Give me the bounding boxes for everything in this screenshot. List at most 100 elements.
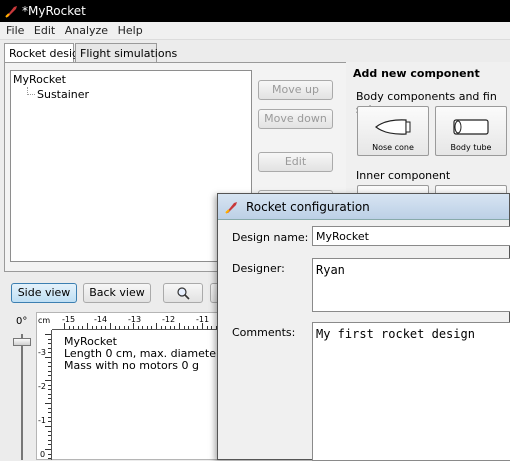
edit-button[interactable]: Edit	[258, 152, 333, 172]
ruler-tick-label: -1	[38, 416, 46, 425]
ruler-tick	[48, 384, 51, 386]
ruler-tick	[48, 435, 51, 437]
ruler-tick	[48, 393, 51, 395]
ruler-tick	[128, 326, 130, 329]
ruler-tick	[45, 380, 51, 381]
dialog-titlebar[interactable]: Rocket configuration	[218, 194, 509, 220]
body-tube-icon	[453, 119, 489, 135]
ruler-tick	[100, 326, 102, 329]
ruler-tick	[96, 326, 98, 329]
inner-component-label: Inner component	[356, 169, 451, 182]
ruler-tick	[48, 375, 51, 377]
ruler-tick	[48, 421, 51, 423]
ruler-tick	[48, 444, 51, 446]
designer-label: Designer:	[232, 262, 285, 275]
ruler-tick	[73, 326, 75, 329]
ruler-tick	[45, 426, 51, 427]
menu-file[interactable]: File	[6, 24, 24, 37]
ruler-tick-label: -2	[38, 382, 46, 391]
ruler-tick	[48, 398, 51, 400]
component-tree[interactable]: MyRocket Sustainer	[10, 70, 252, 262]
body-tube-label: Body tube	[450, 143, 492, 152]
ruler-tick	[160, 326, 162, 329]
rocket-icon	[5, 6, 17, 18]
nose-cone-button[interactable]: Nose cone	[357, 106, 429, 156]
menu-edit[interactable]: Edit	[34, 24, 55, 37]
nose-cone-label: Nose cone	[372, 143, 414, 152]
ruler-tick	[82, 326, 84, 329]
ruler-tick	[156, 323, 157, 329]
zoom-button[interactable]	[163, 283, 203, 303]
horizontal-ruler: cm -15 -14 -13 -12 -11	[38, 314, 218, 330]
ruler-tick	[48, 366, 51, 368]
ruler-tick	[183, 326, 185, 329]
ruler-tick	[165, 326, 167, 329]
tree-item-sustainer[interactable]: Sustainer	[37, 88, 89, 101]
ruler-tick	[48, 458, 51, 460]
tree-connector	[27, 94, 35, 95]
menu-bar: File Edit Analyze Help	[0, 22, 510, 40]
ruler-tick-label: -14	[94, 315, 108, 324]
ruler-tick	[48, 338, 51, 340]
ruler-tick	[110, 323, 111, 329]
rocket-configuration-dialog: Rocket configuration Design name: MyRock…	[217, 193, 510, 461]
ruler-tick	[105, 326, 107, 329]
ruler-tick	[137, 326, 139, 329]
ruler-tick	[48, 453, 51, 455]
ruler-tick	[87, 323, 88, 329]
move-up-button[interactable]: Move up	[258, 80, 333, 100]
ruler-tick	[192, 326, 194, 329]
ruler-tick-label: 0	[40, 450, 46, 459]
menu-analyze[interactable]: Analyze	[65, 24, 108, 37]
ruler-tick	[211, 326, 213, 329]
ruler-unit: cm	[38, 316, 51, 325]
side-view-button[interactable]: Side view	[11, 283, 77, 303]
ruler-tick	[45, 449, 51, 450]
dialog-title: Rocket configuration	[246, 200, 370, 214]
rotation-slider-handle[interactable]	[13, 338, 31, 346]
ruler-tick	[146, 326, 148, 329]
menu-help[interactable]: Help	[118, 24, 143, 37]
ruler-tick	[45, 334, 51, 335]
ruler-tick	[48, 430, 51, 432]
body-tube-button[interactable]: Body tube	[435, 106, 507, 156]
ruler-tick	[206, 326, 208, 329]
comments-field[interactable]: My first rocket design	[312, 322, 510, 461]
ruler-tick	[169, 326, 171, 329]
tab-flight-simulations[interactable]: Flight simulations	[75, 43, 177, 63]
ruler-tick-label: -3	[38, 348, 46, 357]
tab-rocket-design[interactable]: Rocket design	[4, 43, 86, 64]
designer-field[interactable]: Ryan	[312, 258, 510, 312]
nose-cone-icon	[375, 119, 411, 135]
ruler-tick	[77, 326, 79, 329]
ruler-tick	[45, 357, 51, 358]
tree-item-root[interactable]: MyRocket	[13, 73, 66, 86]
window-titlebar[interactable]: *MyRocket	[0, 0, 510, 22]
rocket-icon	[225, 202, 237, 214]
rotation-control	[10, 312, 36, 460]
move-down-button[interactable]: Move down	[258, 109, 333, 129]
ruler-tick	[151, 326, 153, 329]
design-name-field[interactable]: MyRocket	[312, 226, 510, 246]
ruler-tick	[48, 370, 51, 372]
ruler-tick	[114, 326, 116, 329]
ruler-tick	[188, 326, 190, 329]
ruler-tick	[48, 389, 51, 391]
design-name-label: Design name:	[232, 231, 309, 244]
ruler-tick	[48, 412, 51, 414]
window-title: *MyRocket	[22, 4, 86, 18]
ruler-tick	[48, 343, 51, 345]
ruler-tick	[174, 326, 176, 329]
ruler-tick	[179, 323, 180, 329]
comments-label: Comments:	[232, 326, 296, 339]
add-component-heading: Add new component	[353, 67, 480, 80]
ruler-tick	[119, 326, 121, 329]
rotation-angle: 0°	[16, 316, 28, 327]
ruler-tick	[123, 326, 125, 329]
ruler-tick	[142, 326, 144, 329]
rotation-slider-track[interactable]	[21, 334, 23, 460]
ruler-tick	[64, 323, 65, 329]
back-view-button[interactable]: Back view	[83, 283, 151, 303]
ruler-tick	[48, 361, 51, 363]
ruler-tick	[48, 439, 51, 441]
